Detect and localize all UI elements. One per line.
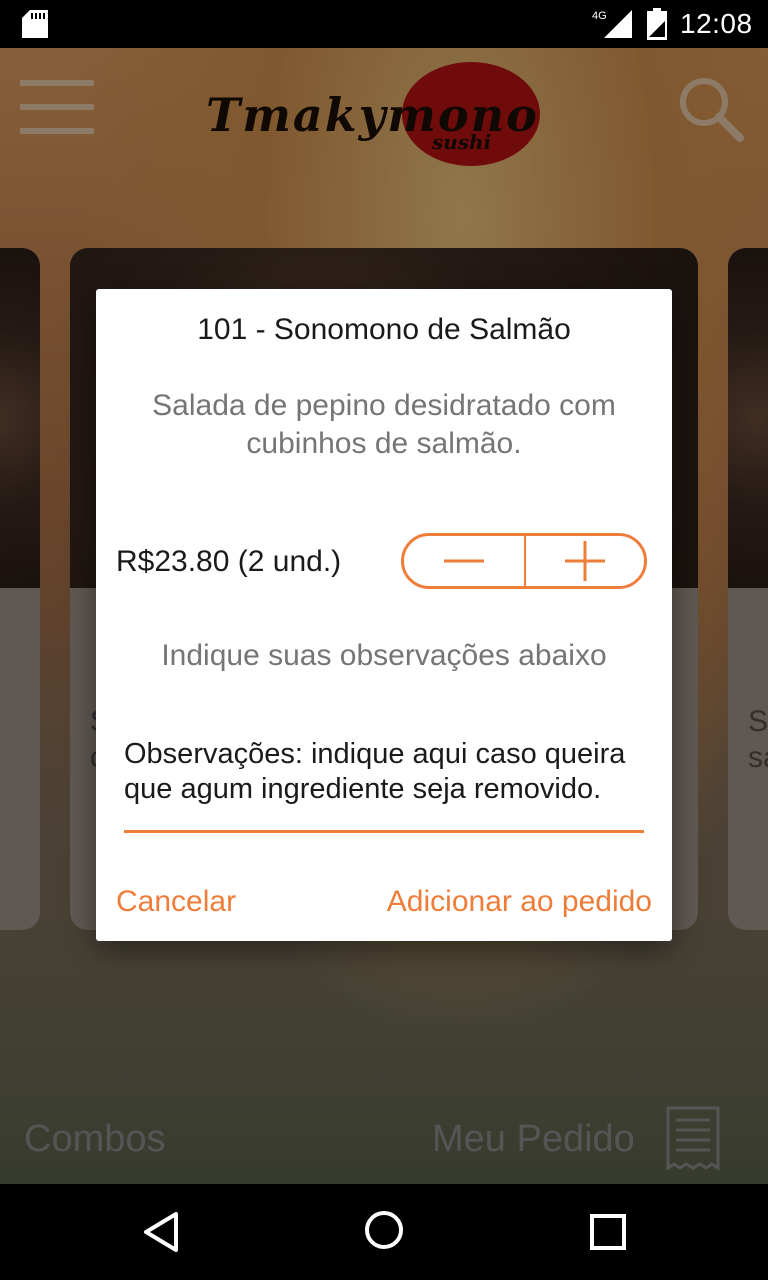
recents-icon[interactable] (588, 1212, 628, 1252)
sd-card-icon (22, 10, 48, 38)
battery-icon (647, 8, 667, 40)
increment-button[interactable] (526, 536, 644, 586)
observations-input[interactable]: Observações: indique aqui caso queira qu… (124, 737, 644, 807)
add-item-dialog: 101 - Sonomono de Salmão Salada de pepin… (96, 289, 672, 941)
cancel-button[interactable]: Cancelar (116, 885, 236, 919)
item-price: R$23.80 (2 und.) (116, 545, 342, 578)
quantity-stepper (401, 533, 647, 589)
back-icon[interactable] (140, 1210, 184, 1254)
observations-hint: Indique suas observações abaixo (161, 639, 607, 672)
status-bar: 4G 12:08 (0, 0, 768, 48)
clock: 12:08 (680, 8, 753, 39)
home-icon[interactable] (362, 1208, 406, 1252)
dialog-title: 101 - Sonomono de Salmão (197, 313, 571, 346)
item-description: Salada de pepino desidratado com cubinho… (152, 389, 616, 460)
svg-text:4G: 4G (592, 10, 607, 22)
input-underline (124, 830, 644, 833)
decrement-button[interactable] (404, 536, 524, 586)
navigation-bar (0, 1184, 768, 1280)
signal-icon: 4G (592, 10, 632, 38)
add-to-order-button[interactable]: Adicionar ao pedido (387, 885, 652, 919)
